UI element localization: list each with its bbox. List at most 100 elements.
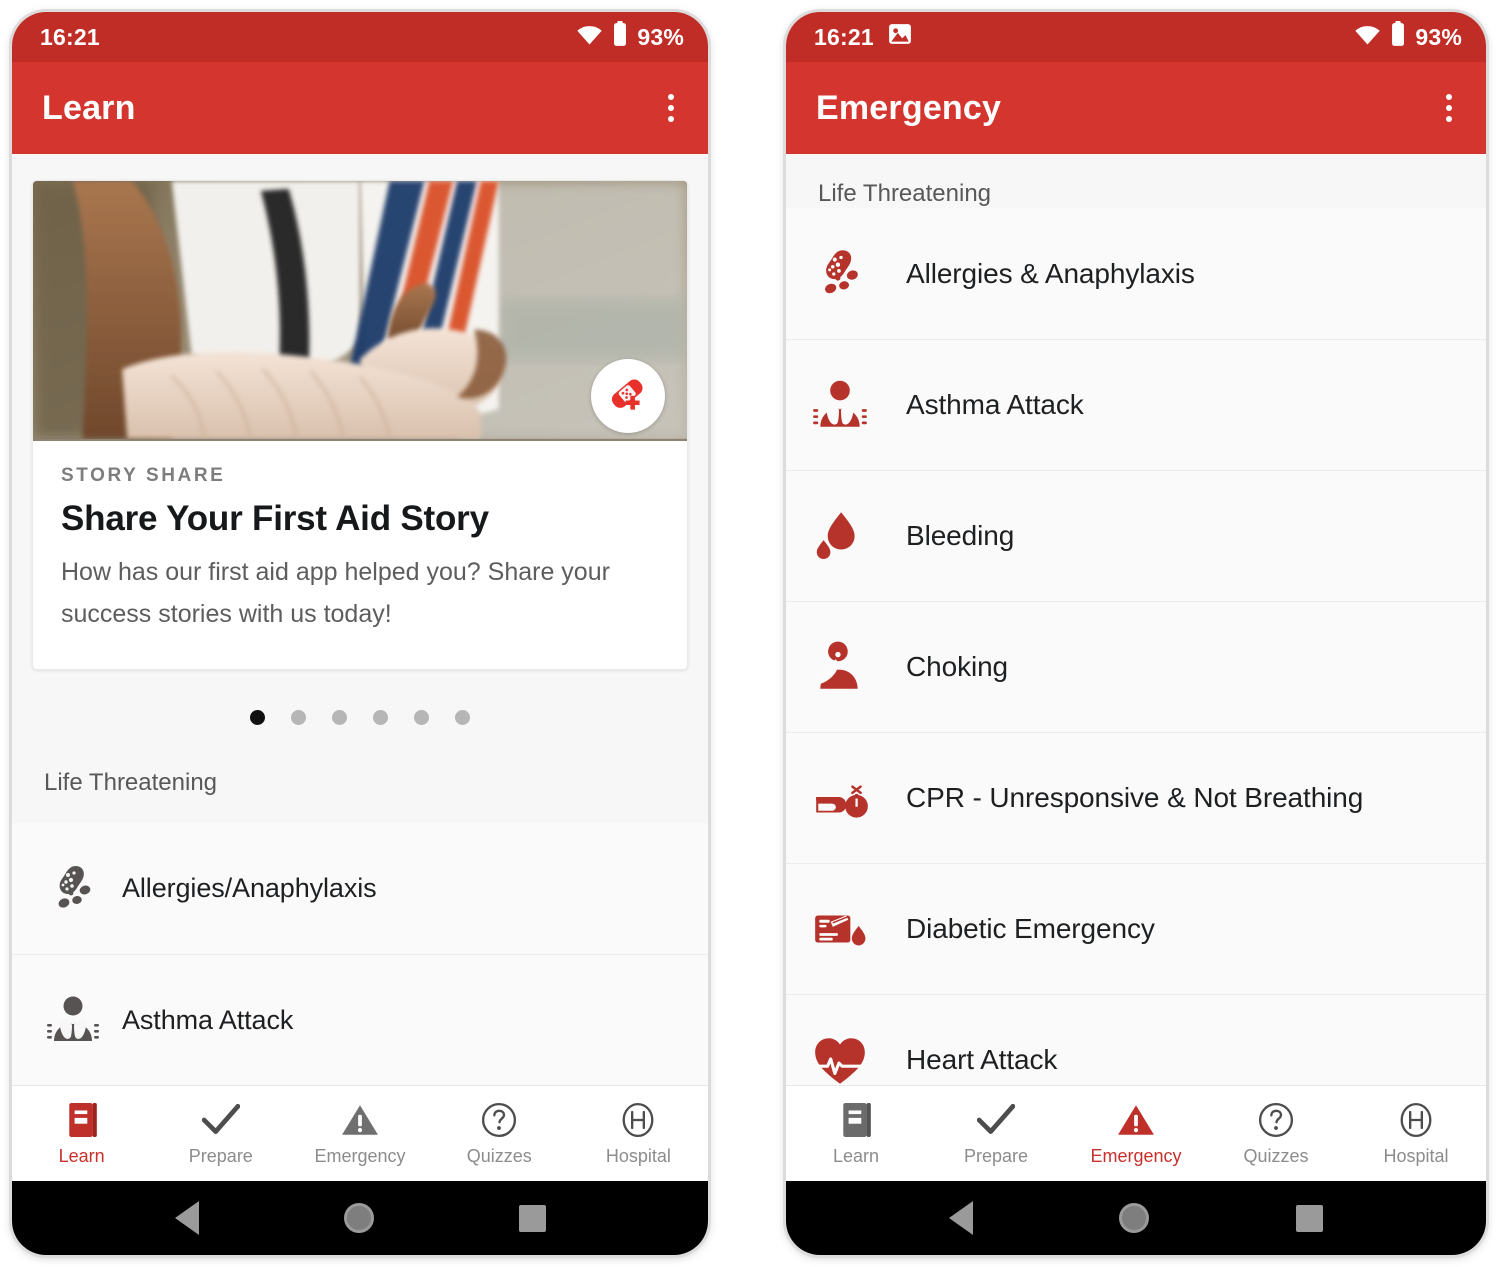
book-icon [840, 1100, 872, 1140]
screen-learn: 16:21 93% Learn STORY SHARE Share Your F… [12, 12, 708, 1255]
battery-icon [1390, 21, 1406, 53]
list-item-label: Choking [906, 651, 1009, 682]
recents-square-icon[interactable] [518, 1204, 546, 1232]
warning-icon [341, 1100, 379, 1140]
tab-label: Emergency [1090, 1146, 1182, 1166]
peanut-allergy-icon [810, 244, 906, 304]
card-eyebrow: STORY SHARE [61, 465, 226, 486]
bottom-tab-bar: Learn Prepare Emergency Quizzes Hospital [786, 1085, 1486, 1181]
section-header-life-threatening: Life Threatening [44, 769, 218, 796]
asthma-lungs-icon [810, 375, 906, 435]
carousel-dot-5[interactable] [414, 710, 429, 725]
tab-emergency[interactable]: Emergency [1066, 1086, 1206, 1181]
bandaged-arm-photo [33, 181, 687, 441]
emergency-topic-list: Allergies & Anaphylaxis Asthma Attack Bl… [786, 208, 1486, 1085]
app-bar: Learn [12, 62, 708, 154]
list-item[interactable]: Diabetic Emergency [786, 863, 1486, 994]
carousel-dot-1[interactable] [250, 710, 265, 725]
list-item[interactable]: Heart Attack [786, 994, 1486, 1085]
list-item-label: Asthma Attack [122, 1004, 294, 1035]
tab-quizzes[interactable]: Quizzes [430, 1086, 569, 1181]
tab-label: Prepare [188, 1146, 253, 1166]
tab-label: Prepare [963, 1146, 1029, 1166]
list-item[interactable]: CPR - Unresponsive & Not Breathing [786, 732, 1486, 863]
carousel-dots[interactable] [12, 670, 708, 759]
hospital-icon [620, 1100, 656, 1140]
battery-percent: 93% [1415, 23, 1462, 50]
peanut-allergy-icon [44, 860, 122, 918]
back-triangle-icon[interactable] [949, 1201, 974, 1235]
android-nav-bar [786, 1181, 1486, 1255]
warning-icon [1117, 1100, 1155, 1140]
list-item-label: Diabetic Emergency [906, 913, 1155, 944]
card-title: Share Your First Aid Story [61, 499, 489, 538]
list-item[interactable]: Bleeding [786, 470, 1486, 601]
question-icon [1258, 1100, 1294, 1140]
tab-hospital[interactable]: Hospital [1346, 1086, 1486, 1181]
tab-learn[interactable]: Learn [786, 1086, 926, 1181]
list-item[interactable]: Asthma Attack [786, 339, 1486, 470]
check-icon [201, 1100, 240, 1140]
tab-emergency[interactable]: Emergency [290, 1086, 429, 1181]
question-icon [481, 1100, 517, 1140]
carousel-dot-4[interactable] [373, 710, 388, 725]
list-item-label: Bleeding [906, 520, 1015, 551]
screenshot-icon [888, 23, 912, 51]
home-circle-icon[interactable] [343, 1203, 374, 1233]
recents-square-icon[interactable] [1295, 1204, 1323, 1232]
story-share-card-body: STORY SHARE Share Your First Aid Story H… [33, 441, 687, 669]
list-item-label: Asthma Attack [906, 389, 1084, 420]
tab-learn[interactable]: Learn [12, 1086, 151, 1181]
tab-prepare[interactable]: Prepare [926, 1086, 1066, 1181]
home-circle-icon[interactable] [1119, 1203, 1150, 1233]
list-item[interactable]: Allergies/Anaphylaxis [12, 823, 708, 954]
tab-label: Learn [58, 1146, 105, 1166]
emergency-content: Life Threatening Allergies & Anaphylaxis… [786, 154, 1486, 1085]
page-title: Learn [42, 88, 136, 127]
tab-label: Quizzes [466, 1146, 532, 1166]
tab-hospital[interactable]: Hospital [569, 1086, 708, 1181]
tab-label: Quizzes [1243, 1146, 1309, 1166]
asthma-lungs-icon [44, 991, 122, 1049]
hospital-icon [1398, 1100, 1434, 1140]
overflow-menu-icon[interactable] [1434, 84, 1464, 132]
status-clock: 16:21 [40, 23, 100, 50]
book-icon [66, 1100, 98, 1140]
android-nav-bar [12, 1181, 708, 1255]
screen-emergency: 16:21 93% Emergency Life Threatening All… [786, 12, 1486, 1255]
learn-topic-list: Allergies/Anaphylaxis Asthma Attack [12, 823, 708, 1085]
carousel-dot-2[interactable] [291, 710, 306, 725]
carousel-dot-3[interactable] [332, 710, 347, 725]
tab-prepare[interactable]: Prepare [151, 1086, 290, 1181]
list-item-label: Allergies/Anaphylaxis [122, 873, 377, 903]
carousel-dot-6[interactable] [455, 710, 470, 725]
list-item[interactable]: Allergies & Anaphylaxis [786, 208, 1486, 339]
list-item[interactable]: Choking [786, 601, 1486, 732]
back-triangle-icon[interactable] [174, 1201, 199, 1235]
tab-quizzes[interactable]: Quizzes [1206, 1086, 1346, 1181]
tab-label: Learn [832, 1146, 880, 1166]
tab-label: Hospital [605, 1146, 671, 1166]
bottom-tab-bar: Learn Prepare Emergency Quizzes Hospital [12, 1085, 708, 1181]
list-item-label: Heart Attack [906, 1044, 1058, 1075]
glucose-test-icon [810, 901, 906, 957]
status-clock: 16:21 [814, 23, 874, 50]
story-share-card[interactable]: STORY SHARE Share Your First Aid Story H… [32, 180, 688, 670]
list-item-label: Allergies & Anaphylaxis [906, 257, 1195, 289]
list-item[interactable]: Asthma Attack [12, 954, 708, 1085]
app-bar: Emergency [786, 62, 1486, 154]
wifi-icon [1354, 24, 1381, 51]
card-description: How has our first aid app helped you? Sh… [61, 558, 610, 628]
choking-person-icon [810, 637, 906, 697]
overflow-menu-icon[interactable] [656, 84, 686, 132]
tab-label: Hospital [1383, 1146, 1449, 1166]
phone-learn: 16:21 93% Learn STORY SHARE Share Your F… [12, 12, 708, 1255]
check-icon [977, 1100, 1015, 1140]
status-bar: 16:21 93% [786, 12, 1486, 62]
page-title: Emergency [816, 88, 1002, 127]
bandage-plus-icon [591, 359, 665, 433]
wifi-icon [576, 24, 603, 51]
heart-ecg-icon [810, 1032, 906, 1085]
battery-percent: 93% [637, 23, 684, 50]
section-header-life-threatening: Life Threatening [818, 180, 992, 207]
